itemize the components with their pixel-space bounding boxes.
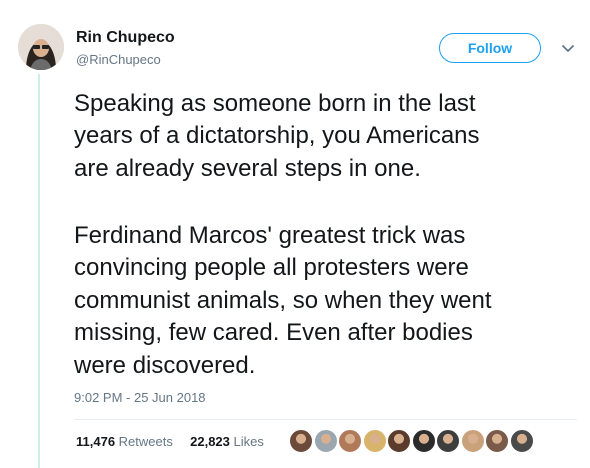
- divider: [74, 419, 577, 420]
- liker-avatar[interactable]: [485, 429, 509, 453]
- liker-avatar[interactable]: [411, 429, 436, 453]
- likes-label[interactable]: Likes: [234, 434, 264, 449]
- tweet-timestamp[interactable]: 9:02 PM - 25 Jun 2018: [74, 390, 206, 405]
- liker-avatar[interactable]: [338, 429, 362, 453]
- tweet-stats: 11,476 Retweets 22,823 Likes: [76, 434, 264, 449]
- liker-avatar[interactable]: [436, 429, 460, 453]
- liker-avatar[interactable]: [289, 429, 313, 453]
- likes-count[interactable]: 22,823: [190, 434, 230, 449]
- chevron-down-icon[interactable]: [560, 40, 576, 56]
- retweets-label[interactable]: Retweets: [119, 434, 173, 449]
- author-handle[interactable]: @RinChupeco: [76, 52, 161, 67]
- retweets-count[interactable]: 11,476: [76, 434, 115, 449]
- thread-line: [38, 74, 40, 468]
- liker-avatar[interactable]: [387, 429, 411, 453]
- follow-button[interactable]: Follow: [439, 33, 541, 63]
- liker-avatar[interactable]: [460, 429, 485, 453]
- author-name[interactable]: Rin Chupeco: [76, 29, 175, 47]
- author-avatar[interactable]: [18, 24, 64, 70]
- liker-avatar[interactable]: [362, 429, 387, 453]
- tweet-text-paragraph-2: Ferdinand Marcos' greatest trick was con…: [74, 222, 492, 379]
- liker-avatar[interactable]: [313, 429, 338, 453]
- tweet-text-paragraph-1: Speaking as someone born in the last yea…: [74, 90, 480, 182]
- avatar-photo-icon: [18, 24, 64, 70]
- liker-avatar[interactable]: [509, 429, 534, 453]
